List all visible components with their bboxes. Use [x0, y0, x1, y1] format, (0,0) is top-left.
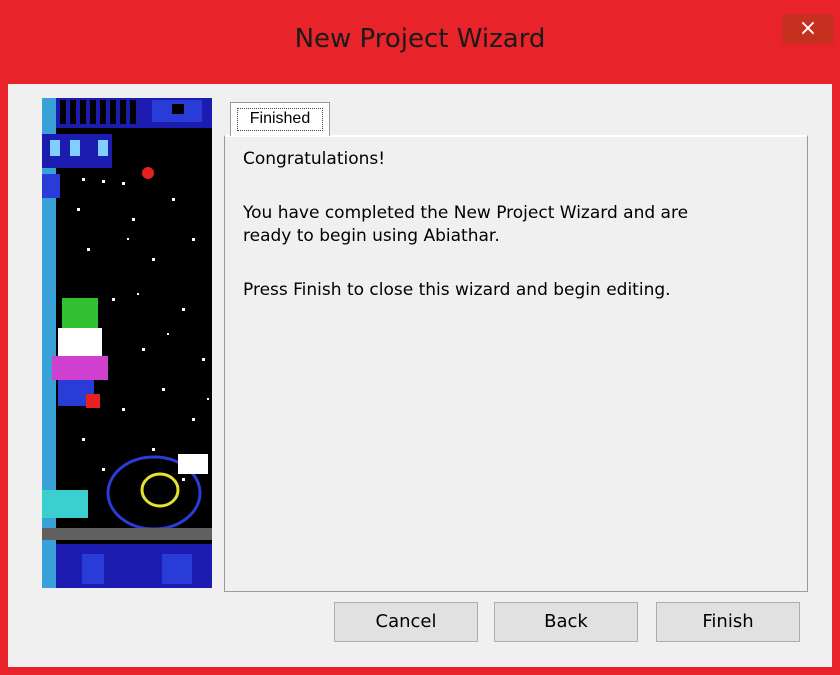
cancel-button[interactable]: Cancel [334, 602, 478, 642]
close-button[interactable]: × [782, 14, 834, 44]
tab-finished[interactable]: Finished [230, 102, 330, 136]
finish-instruction: Press Finish to close this wizard and be… [243, 280, 671, 300]
completion-message-line-2: ready to begin using Abiathar. [243, 226, 500, 246]
congratulations-heading: Congratulations! [243, 149, 386, 169]
completion-message-line-1: You have completed the New Project Wizar… [243, 203, 689, 223]
tab-finished-label: Finished [237, 108, 323, 131]
title-bar[interactable]: New Project Wizard × [0, 0, 840, 84]
side-art-drawing [42, 98, 212, 588]
wizard-window: New Project Wizard × Finished Congratula… [0, 0, 840, 675]
tab-content-panel: Congratulations! You have completed the … [224, 135, 808, 592]
wizard-client-area: Finished Congratulations! You have compl… [8, 84, 832, 667]
window-title: New Project Wizard [294, 24, 546, 54]
back-button[interactable]: Back [494, 602, 638, 642]
finish-button[interactable]: Finish [656, 602, 800, 642]
close-icon: × [798, 16, 818, 41]
keen-pixel-art-illustration [42, 98, 212, 588]
